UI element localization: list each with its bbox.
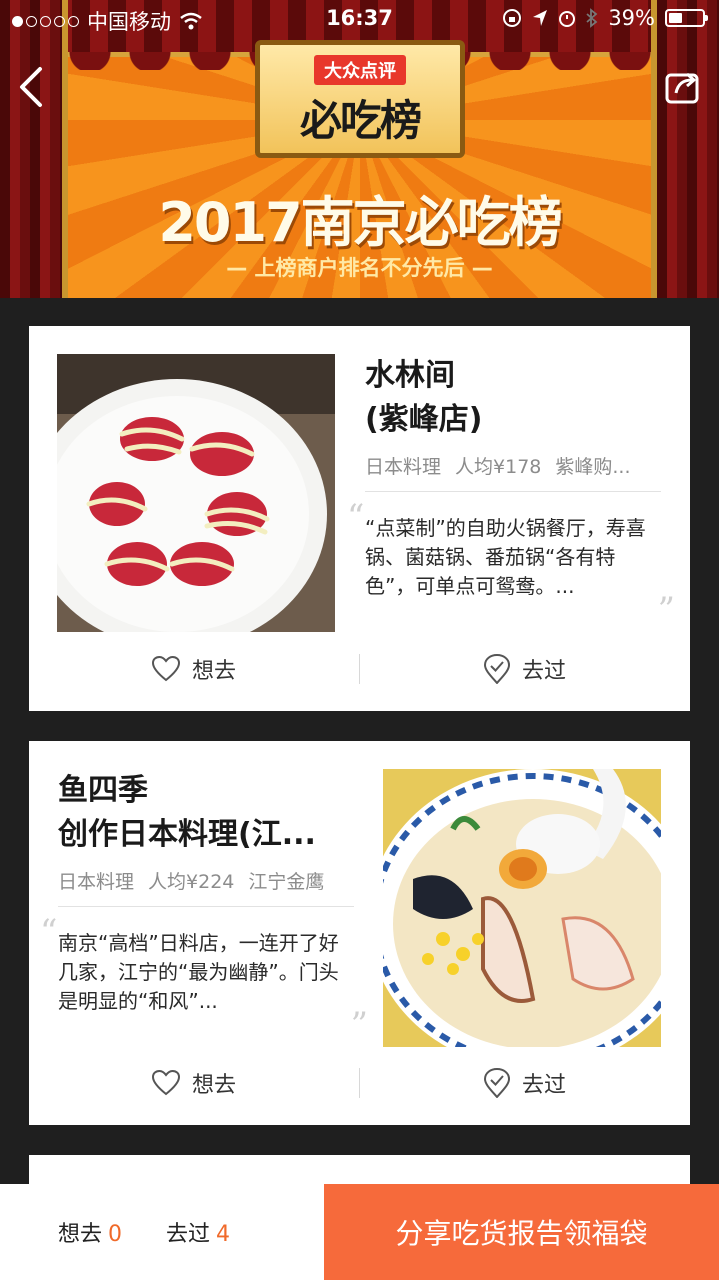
avg-price-label: 人均¥224 <box>148 871 235 893</box>
area-label: 紫峰购... <box>555 456 631 478</box>
want-to-go-label: 想去 <box>191 1073 236 1098</box>
cuisine-label: 日本料理 <box>58 871 135 893</box>
review-snippet: “ “点菜制”的自助火锅餐厅，寿喜锅、菌菇锅、番茄锅“各有特色”，可单点可鸳鸯。… <box>347 492 675 627</box>
battery-percent: 39% <box>608 6 655 30</box>
plaque-title: 必吃榜 <box>299 96 422 145</box>
close-quote-icon: ” <box>350 1005 368 1045</box>
check-pin-icon <box>483 1068 510 1098</box>
review-text: 南京“高档”日料店，一连开了好几家，江宁的“最为幽静”。门头是明显的“和风”..… <box>58 931 339 1013</box>
cuisine-label: 日本料理 <box>365 456 442 478</box>
been-there-button[interactable]: 去过 <box>360 1067 690 1099</box>
heart-icon <box>151 1070 180 1096</box>
want-to-go-tally-label: 想去 <box>58 1222 103 1247</box>
want-to-go-button[interactable]: 想去 <box>29 653 359 685</box>
been-there-tally[interactable]: 去过 4 <box>166 1216 230 1248</box>
dish-illustration <box>57 354 335 632</box>
page-title: 2017南京必吃榜 <box>158 191 562 254</box>
restaurant-photo[interactable] <box>57 354 335 632</box>
been-there-label: 去过 <box>521 1073 566 1098</box>
chevron-left-icon <box>20 67 42 107</box>
restaurant-card[interactable]: 水林间 (紫峰店) 日本料理 人均¥178 紫峰购... “ “点菜制”的自助火锅餐… <box>29 326 690 711</box>
been-there-label: 去过 <box>521 659 566 684</box>
restaurant-photo[interactable] <box>383 769 661 1047</box>
card-actions: 想去 去过 <box>29 641 690 697</box>
card-actions: 想去 去过 <box>29 1055 690 1111</box>
page-subtitle: — 上榜商户排名不分先后 — <box>226 256 493 280</box>
been-there-count: 4 <box>216 1222 231 1247</box>
open-quote-icon: “ <box>40 912 58 952</box>
rotation-lock-icon <box>503 9 522 27</box>
restaurant-meta: 日本料理 人均¥224 江宁金鹰 <box>58 867 354 907</box>
heart-icon <box>151 656 180 682</box>
banner-plaque: 大众点评 必吃榜 <box>255 40 465 158</box>
share-report-button[interactable]: 分享吃货报告领福袋 <box>324 1184 719 1280</box>
want-to-go-label: 想去 <box>191 659 236 684</box>
avg-price-label: 人均¥178 <box>455 456 542 478</box>
battery-icon <box>665 9 708 27</box>
tally-counts: 想去 0 去过 4 <box>0 1184 324 1280</box>
want-to-go-tally[interactable]: 想去 0 <box>58 1216 122 1248</box>
location-icon <box>533 10 548 26</box>
review-snippet: “ 南京“高档”日料店，一连开了好几家，江宁的“最为幽静”。门头是明显的“和风”… <box>40 907 368 1042</box>
open-quote-icon: “ <box>347 497 365 537</box>
alarm-icon <box>559 11 576 27</box>
restaurant-meta: 日本料理 人均¥178 紫峰购... <box>365 452 661 492</box>
check-pin-icon <box>483 654 510 684</box>
restaurant-card[interactable]: 鱼四季 创作日本料理(江... 日本料理 人均¥224 江宁金鹰 “ 南京“高档”日… <box>29 741 690 1125</box>
restaurant-card[interactable] <box>29 1155 690 1185</box>
banner: 大众点评 必吃榜 2017南京必吃榜 — 上榜商户排名不分先后 — <box>0 0 719 298</box>
restaurant-info: 鱼四季 创作日本料理(江... 日本料理 人均¥224 江宁金鹰 “ 南京“高档”日… <box>40 769 368 1042</box>
want-to-go-count: 0 <box>108 1222 123 1247</box>
been-there-button[interactable]: 去过 <box>360 653 690 685</box>
brand-logo: 大众点评 <box>314 55 406 85</box>
bluetooth-icon <box>586 8 598 28</box>
restaurant-branch[interactable]: 创作日本料理(江... <box>58 813 354 857</box>
bottom-bar: 想去 0 去过 4 分享吃货报告领福袋 <box>0 1184 719 1280</box>
restaurant-info: 水林间 (紫峰店) 日本料理 人均¥178 紫峰购... “ “点菜制”的自助火锅餐… <box>347 354 675 627</box>
want-to-go-button[interactable]: 想去 <box>29 1067 359 1099</box>
restaurant-name[interactable]: 水林间 <box>365 354 661 398</box>
area-label: 江宁金鹰 <box>248 871 325 893</box>
close-quote-icon: ” <box>657 590 675 630</box>
status-bar: 中国移动 16:37 39% <box>0 0 719 40</box>
dish-illustration <box>383 769 661 1047</box>
restaurant-branch[interactable]: (紫峰店) <box>365 398 661 442</box>
share-icon <box>665 72 699 104</box>
review-text: “点菜制”的自助火锅餐厅，寿喜锅、菌菇锅、番茄锅“各有特色”，可单点可鸳鸯。..… <box>365 516 646 598</box>
been-there-tally-label: 去过 <box>166 1222 211 1247</box>
back-button[interactable] <box>14 62 48 112</box>
share-button[interactable] <box>661 64 705 108</box>
restaurant-name[interactable]: 鱼四季 <box>58 769 354 813</box>
